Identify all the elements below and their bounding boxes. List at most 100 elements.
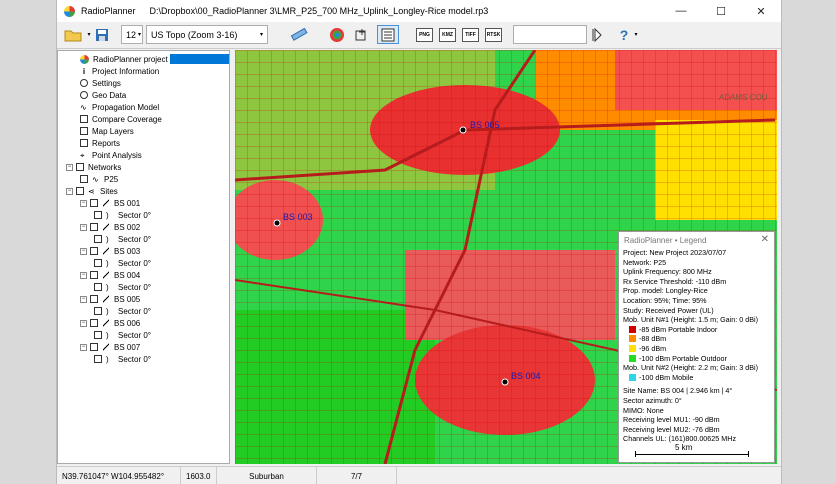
checkbox-icon[interactable] xyxy=(90,199,98,207)
tree-item-sector[interactable]: ) Sector 0° xyxy=(94,209,151,221)
maximize-button[interactable]: ☐ xyxy=(701,0,741,22)
tree-item-networks[interactable]: − Networks xyxy=(66,161,121,173)
tree-item-site[interactable]: − BS 002 xyxy=(80,221,140,233)
tree-item-site[interactable]: − BS 001 xyxy=(80,197,140,209)
export-kmz-icon[interactable]: KMZ xyxy=(439,28,456,42)
legend-line: Network: P25 xyxy=(623,257,667,267)
checkbox-icon[interactable] xyxy=(94,235,102,243)
tree-item-point-analysis[interactable]: ⌖ Point Analysis xyxy=(80,149,142,161)
collapse-icon[interactable]: − xyxy=(80,295,87,303)
tree-item-network-p25[interactable]: ∿ P25 xyxy=(80,173,118,185)
tree-item-sector[interactable]: ) Sector 0° xyxy=(94,281,151,293)
tree-item-site[interactable]: − BS 003 xyxy=(80,245,140,257)
open-folder-icon[interactable] xyxy=(63,25,83,44)
collapse-icon[interactable]: − xyxy=(66,187,73,195)
bs-003-marker[interactable] xyxy=(273,219,281,227)
collapse-icon[interactable]: − xyxy=(80,247,87,255)
minimize-button[interactable]: — xyxy=(661,0,701,22)
tree-item-project-info[interactable]: i Project Information xyxy=(80,65,159,77)
go-arrow-icon[interactable] xyxy=(591,25,603,44)
tree-item-site[interactable]: − BS 005 xyxy=(80,293,140,305)
export-tiff-icon[interactable]: TIFF xyxy=(462,28,479,42)
checkbox-icon[interactable] xyxy=(90,343,98,351)
close-button[interactable]: ✕ xyxy=(741,0,781,22)
tree-item-site[interactable]: − BS 006 xyxy=(80,317,140,329)
legend-entry: -88 dBm xyxy=(619,334,774,344)
coverage-calc-icon[interactable] xyxy=(327,25,347,44)
compare-icon xyxy=(80,115,88,123)
legend-close-icon[interactable]: ✕ xyxy=(761,234,769,245)
legend-entry: -100 dBm Portable Outdoor xyxy=(619,354,774,364)
coverage-map[interactable]: BS 003 BS 005 BS 004 ADAMS COU RadioPlan… xyxy=(235,50,777,464)
collapse-icon[interactable]: − xyxy=(80,223,87,231)
checkbox-icon[interactable] xyxy=(76,187,84,195)
export-png-icon[interactable]: PNG xyxy=(416,28,433,42)
checkbox-icon[interactable] xyxy=(94,283,102,291)
map-source-select[interactable]: US Topo (Zoom 3-16) ▾ xyxy=(146,25,268,44)
tree-label: Networks xyxy=(88,162,122,172)
tree-item-settings[interactable]: Settings xyxy=(80,77,121,89)
checkbox-icon[interactable] xyxy=(94,307,102,315)
checkbox-icon[interactable] xyxy=(90,295,98,303)
legend-line: Prop. model: Longley-Rice xyxy=(623,286,708,296)
list-view-icon[interactable] xyxy=(377,25,399,44)
checkbox-icon[interactable] xyxy=(94,259,102,267)
checkbox-icon[interactable] xyxy=(90,319,98,327)
zoom-level-select[interactable]: 12 ▾ xyxy=(121,25,143,44)
tree-label: Sector 0° xyxy=(118,354,151,364)
tree-item-project[interactable]: RadioPlanner project xyxy=(80,53,229,65)
tree-label: BS 003 xyxy=(114,246,141,256)
checkbox-icon[interactable] xyxy=(94,211,102,219)
signal-icon: ) xyxy=(106,259,109,268)
add-layer-icon[interactable] xyxy=(352,25,370,44)
tree-item-sector[interactable]: ) Sector 0° xyxy=(94,305,151,317)
legend-site-line: Receiving level MU2: -76 dBm xyxy=(623,424,720,434)
bs-005-marker[interactable] xyxy=(459,126,467,134)
export-rtsk-icon[interactable]: RTSK xyxy=(485,28,502,42)
rename-input[interactable] xyxy=(169,54,229,64)
antenna-icon xyxy=(102,223,110,231)
checkbox-icon[interactable] xyxy=(94,355,102,363)
tree-label: BS 005 xyxy=(114,294,141,304)
legend-swatch xyxy=(629,325,636,333)
help-dropdown-icon[interactable]: ▾ xyxy=(632,25,640,44)
tree-item-sector[interactable]: ) Sector 0° xyxy=(94,257,151,269)
collapse-icon[interactable]: − xyxy=(80,199,87,207)
help-icon[interactable]: ? xyxy=(617,25,631,44)
ruler-icon[interactable] xyxy=(289,25,309,44)
tree-item-site[interactable]: − BS 007 xyxy=(80,341,140,353)
bs-004-label: BS 004 xyxy=(511,371,541,381)
status-bar: N39.761047° W104.955482° 1603.0 Suburban… xyxy=(57,466,781,484)
checkbox-icon[interactable] xyxy=(90,223,98,231)
collapse-icon[interactable]: − xyxy=(80,319,87,327)
tree-item-geo-data[interactable]: Geo Data xyxy=(80,89,126,101)
tree-label: Sector 0° xyxy=(118,234,151,244)
tree-item-sector[interactable]: ) Sector 0° xyxy=(94,329,151,341)
bs-004-marker[interactable] xyxy=(501,378,509,386)
signal-icon: ) xyxy=(106,211,109,220)
checkbox-icon[interactable] xyxy=(90,247,98,255)
tree-item-compare-coverage[interactable]: Compare Coverage xyxy=(80,113,162,125)
tree-item-sector[interactable]: ) Sector 0° xyxy=(94,353,151,365)
status-elevation: 1603.0 xyxy=(181,467,217,484)
save-icon[interactable] xyxy=(94,25,110,44)
tree-item-propagation-model[interactable]: ∿ Propagation Model xyxy=(80,101,159,113)
collapse-icon[interactable]: − xyxy=(66,163,73,171)
search-input[interactable] xyxy=(513,25,587,44)
antenna-icon xyxy=(102,271,110,279)
checkbox-icon[interactable] xyxy=(80,175,88,183)
checkbox-icon[interactable] xyxy=(90,271,98,279)
tree-item-map-layers[interactable]: Map Layers xyxy=(80,125,134,137)
legend-line: Project: New Project 2023/07/07 xyxy=(623,248,727,257)
checkbox-icon[interactable] xyxy=(94,331,102,339)
tree-item-site[interactable]: − BS 004 xyxy=(80,269,140,281)
tree-item-sites[interactable]: − ⋖ Sites xyxy=(66,185,118,197)
tree-label: P25 xyxy=(104,174,119,184)
open-dropdown-icon[interactable]: ▾ xyxy=(85,25,93,44)
collapse-icon[interactable]: − xyxy=(80,271,87,279)
tree-item-sector[interactable]: ) Sector 0° xyxy=(94,233,151,245)
tree-item-reports[interactable]: Reports xyxy=(80,137,120,149)
legend-swatch xyxy=(629,335,636,343)
app-window: RadioPlanner D:\Dropbox\00_RadioPlanner … xyxy=(56,0,782,484)
collapse-icon[interactable]: − xyxy=(80,343,87,351)
